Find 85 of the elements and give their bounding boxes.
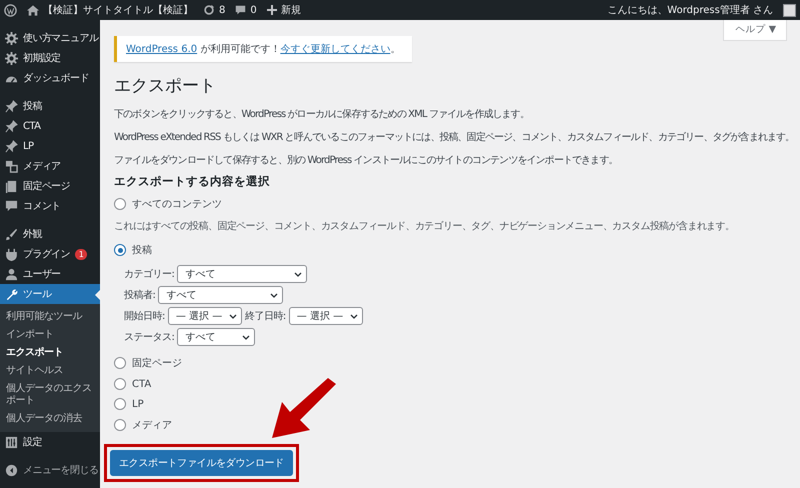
update-notice: WordPress 6.0 が利用可能です！今すぐ更新してください。 (114, 36, 412, 62)
submenu-item[interactable]: 利用可能なツール (0, 308, 100, 326)
sidebar-item[interactable]: 使い方マニュアル (0, 28, 100, 48)
field-label: ステータス: (124, 331, 174, 344)
radio-label[interactable]: LP (132, 398, 144, 410)
menu-icon (5, 200, 18, 212)
sidebar-item[interactable]: 初期設定 (0, 48, 100, 68)
sidebar-item[interactable]: 投稿 (0, 96, 100, 116)
radio-label[interactable]: すべてのコンテンツ (132, 197, 222, 211)
sidebar-item[interactable]: ユーザー (0, 264, 100, 284)
menu-icon (5, 228, 18, 240)
description-text: 下のボタンをクリックすると、WordPress がローカルに保存するための XML ファイルを作成します。 (114, 108, 529, 121)
submenu-item[interactable]: インポート (0, 326, 100, 344)
version-link[interactable]: WordPress 6.0 (126, 44, 198, 55)
radio-label[interactable]: 投稿 (132, 243, 152, 257)
sidebar-item[interactable]: ツール (0, 284, 100, 304)
sidebar-item[interactable]: コメント (0, 196, 100, 216)
greeting-link[interactable]: こんにちは、Wordpress管理者 さん (607, 3, 773, 17)
menu-icon (5, 160, 18, 172)
radio-button[interactable] (114, 357, 126, 369)
plus-icon[interactable] (266, 5, 277, 15)
sidebar-item[interactable]: 固定ページ (0, 176, 100, 196)
field-label: 開始日時: (124, 310, 165, 323)
description-text: ファイルをダウンロードして保存すると、別の WordPress インストールにこのサイトのコンテンツをインポートできます。 (114, 154, 618, 167)
chevron-icon (270, 292, 278, 298)
comment-icon[interactable] (235, 4, 246, 16)
menu-icon (5, 436, 18, 448)
page-title: エクスポート (114, 75, 217, 97)
option-description: これにはすべての投稿、固定ページ、コメント、カスタムフィールド、カテゴリー、タグ、ナビゲーションメニュー、カスタム投稿が含まれます。 (114, 220, 736, 233)
radio-button[interactable] (114, 378, 126, 390)
description-text: WordPress eXtended RSS もしくは WXR と呼んでいるこのフォーマットには、投稿、固定ページ、コメント、カスタムフィールド、カテゴリー、タグが含まれます。 (114, 130, 794, 144)
dropdown[interactable]: すべて (177, 265, 308, 283)
dropdown[interactable]: — 選択 — (288, 307, 363, 325)
new-link[interactable]: 新規 (280, 3, 301, 17)
menu-icon (5, 32, 18, 44)
radio-label[interactable]: 固定ページ (132, 356, 182, 370)
collapse-icon (5, 464, 18, 476)
dropdown[interactable]: すべて (158, 286, 284, 304)
site-title-link[interactable]: 【検証】サイトタイトル【検証】 (43, 3, 193, 17)
sidebar-item[interactable]: プラグイン 1 (0, 244, 100, 264)
menu-icon (5, 52, 18, 64)
sidebar-item[interactable]: LP (0, 136, 100, 156)
submenu-item[interactable]: 個人データのエクスポート (0, 380, 100, 410)
home-icon[interactable] (27, 4, 39, 16)
menu-icon (5, 100, 18, 112)
menu-icon (5, 120, 18, 132)
radio-button[interactable] (114, 398, 126, 410)
field-label: カテゴリー: (124, 268, 174, 281)
sidebar-item[interactable]: ダッシュボード (0, 68, 100, 88)
help-tab[interactable]: ヘルプ ▼ (722, 20, 787, 41)
chevron-icon (228, 314, 237, 318)
count-badge: 1 (75, 248, 88, 260)
radio-label[interactable]: CTA (132, 378, 152, 390)
chevron-icon (242, 334, 250, 340)
menu-icon (5, 268, 18, 280)
dropdown[interactable]: すべて (177, 328, 256, 346)
chevron-icon (350, 314, 358, 318)
refresh-icon[interactable] (203, 4, 215, 16)
sidebar-item[interactable]: 外観 (0, 224, 100, 244)
menu-icon (5, 288, 18, 300)
menu-icon (5, 180, 18, 192)
submenu-item[interactable]: サイトヘルス (0, 362, 100, 380)
menu-icon (5, 248, 18, 260)
field-label: 投稿者: (124, 288, 156, 302)
sidebar-item[interactable]: CTA (0, 116, 100, 136)
update-link[interactable]: 今すぐ更新してください (280, 44, 390, 55)
comment-count: 0 (250, 4, 257, 16)
radio-button[interactable] (114, 244, 126, 256)
radio-button[interactable] (114, 198, 126, 210)
collapse-menu-button[interactable]: メニューを閉じる (0, 460, 100, 480)
submenu-item[interactable]: 個人データの消去 (0, 410, 100, 428)
sidebar-item[interactable]: 設定 (0, 432, 100, 452)
logo-icon[interactable] (4, 4, 17, 16)
dropdown[interactable]: — 選択 — (168, 307, 242, 325)
update-count: 8 (219, 4, 226, 16)
avatar[interactable] (783, 4, 796, 16)
field-label: 終了日時: (244, 310, 286, 323)
section-heading: エクスポートする内容を選択 (114, 174, 271, 189)
download-button[interactable]: エクスポートファイルをダウンロード (110, 450, 293, 476)
radio-button[interactable] (114, 419, 126, 431)
sidebar-item[interactable]: メディア (0, 156, 100, 176)
radio-label[interactable]: メディア (132, 418, 172, 432)
submenu-item[interactable]: エクスポート (0, 344, 100, 362)
menu-icon (5, 140, 18, 152)
chevron-icon (294, 272, 302, 276)
